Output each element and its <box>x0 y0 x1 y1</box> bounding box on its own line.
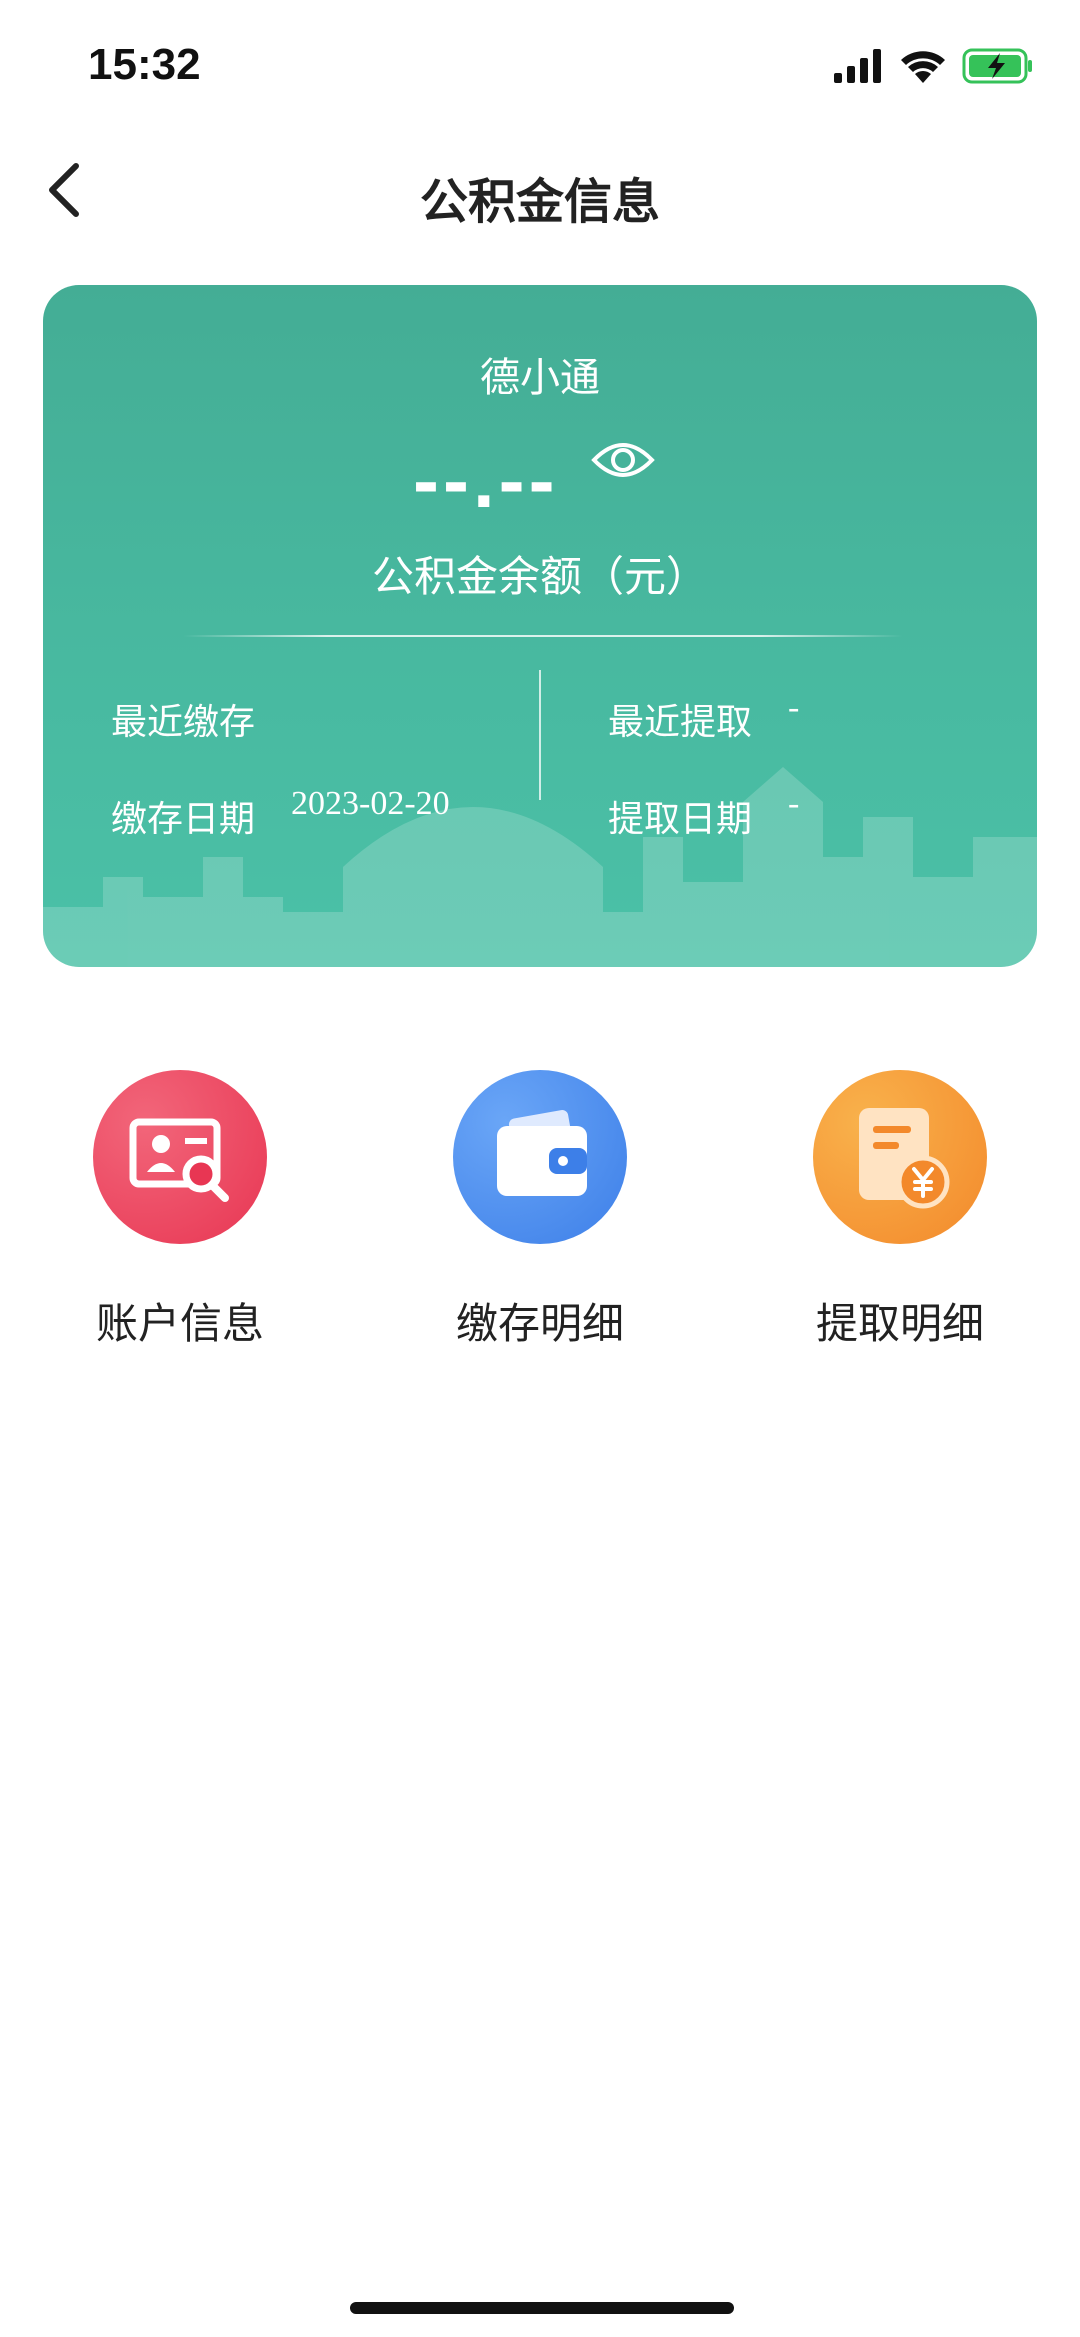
deposit-date-label: 缴存日期 <box>111 799 256 840</box>
page-title: 公积金信息 <box>419 174 660 230</box>
action-account-info[interactable]: 账户信息 <box>60 1070 300 1351</box>
action-withdraw-details[interactable]: 提取明细 <box>780 1070 1020 1351</box>
account-holder-name: 德小通 <box>480 355 600 401</box>
divider-horizontal <box>183 635 903 637</box>
status-time: 15:32 <box>88 40 201 89</box>
deposit-date-value: 2023-02-20 <box>291 785 450 822</box>
quick-actions: 账户信息 缴存明细 提取明细 <box>0 1070 1080 1370</box>
action-deposit-details-label: 缴存明细 <box>455 1299 624 1348</box>
account-search-icon <box>93 1070 267 1244</box>
divider-vertical <box>539 670 541 800</box>
home-indicator[interactable] <box>350 2302 734 2314</box>
action-withdraw-details-label: 提取明细 <box>815 1299 984 1348</box>
wallet-icon <box>453 1070 627 1244</box>
status-bar: 15:32 <box>0 0 1080 130</box>
signal-icon <box>834 49 881 83</box>
bill-yen-icon <box>813 1070 987 1244</box>
action-deposit-details[interactable]: 缴存明细 <box>420 1070 660 1351</box>
battery-charging-icon <box>962 48 1032 84</box>
screen: 15:32 公积金信息 德小通 --.-- 公积金余额（元） 最近缴存 缴存日期… <box>0 0 1080 2337</box>
status-icons <box>834 48 1034 84</box>
withdraw-date-value: - <box>788 785 800 822</box>
recent-deposit-label: 最近缴存 <box>111 702 256 743</box>
balance-label: 公积金余额（元） <box>371 552 708 601</box>
recent-withdraw-value: - <box>788 689 800 726</box>
recent-withdraw-label: 最近提取 <box>608 702 753 743</box>
nav-bar: 公积金信息 <box>0 140 1080 240</box>
balance-card: 德小通 --.-- 公积金余额（元） 最近缴存 缴存日期 2023-02-20 … <box>43 285 1037 967</box>
toggle-balance-visibility-button[interactable] <box>588 430 658 490</box>
action-account-info-label: 账户信息 <box>95 1299 264 1348</box>
wifi-icon <box>901 51 945 83</box>
balance-amount: --.-- <box>413 436 559 524</box>
withdraw-date-label: 提取日期 <box>608 799 753 840</box>
eye-icon <box>591 443 655 477</box>
